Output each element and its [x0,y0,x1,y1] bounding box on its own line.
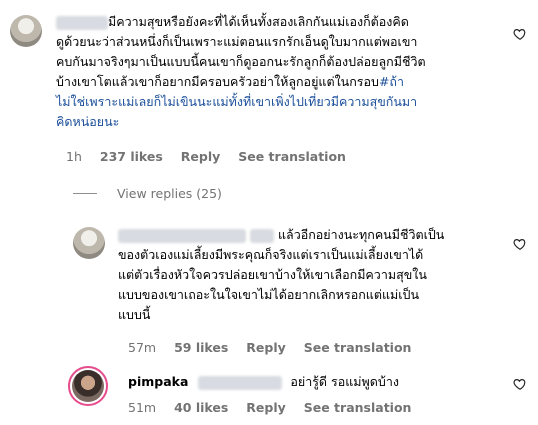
avatar-photo [72,370,104,402]
comment-likes[interactable]: 237 likes [100,149,163,164]
redacted-username[interactable] [56,15,108,30]
reply2-username[interactable]: pimpaka [128,374,188,389]
view-replies-button[interactable]: View replies (25) [117,186,222,201]
see-translation-button[interactable]: See translation [304,400,412,415]
reply-body: แล้วอีกอย่างนะทุกคนมีชีวิตเป็น ของตัวเอง… [118,225,518,325]
commenter-avatar[interactable] [10,15,42,47]
reply2-body: pimpaka อย่ารู้ดี รอแม่พูดบ้าง [128,372,498,392]
comment-body: มีความสุขหรือยังคะที่ได้เห็นทั้งสองเลิกก… [56,12,506,132]
heart-outline-icon[interactable] [513,27,527,41]
reply-likes[interactable]: 59 likes [174,340,228,355]
reply-text: แล้วอีกอย่างนะทุกคนมีชีวิตเป็น ของตัวเอง… [118,227,445,322]
redacted-mention[interactable] [198,375,283,390]
reply2-text: อย่ารู้ดี รอแม่พูดบ้าง [290,374,399,389]
reply2-likes[interactable]: 40 likes [174,400,228,415]
reply-time: 57m [128,340,157,355]
replies-divider [73,193,97,194]
hashtag-link-continued[interactable]: ไม่ใช่เพราะแม่เลยก็ไม่เขินนะแม่ทั้งที่เข… [56,94,417,109]
heart-outline-icon[interactable] [513,377,527,391]
hashtag-link[interactable]: #ถ้า [379,74,404,89]
comment-text: มีความสุขหรือยังคะที่ได้เห็นทั้งสองเลิกก… [56,14,426,129]
see-translation-button[interactable]: See translation [238,149,346,164]
reply-button[interactable]: Reply [181,149,220,164]
reply2-meta: 51m 40 likes Reply See translation [128,400,425,415]
reply-avatar[interactable] [73,227,105,259]
comment-time: 1h [66,149,82,164]
redacted-username[interactable] [118,228,246,243]
reply-button[interactable]: Reply [246,340,285,355]
redacted-mention[interactable] [250,228,274,243]
see-translation-button[interactable]: See translation [304,340,412,355]
reply-button[interactable]: Reply [246,400,285,415]
hashtag-link-end[interactable]: คิดหน่อยนะ [56,114,119,129]
story-avatar[interactable] [68,366,108,406]
comment-meta: 1h 237 likes Reply See translation [66,149,360,164]
reply-meta: 57m 59 likes Reply See translation [128,340,425,355]
reply2-time: 51m [128,400,157,415]
heart-outline-icon[interactable] [513,237,527,251]
